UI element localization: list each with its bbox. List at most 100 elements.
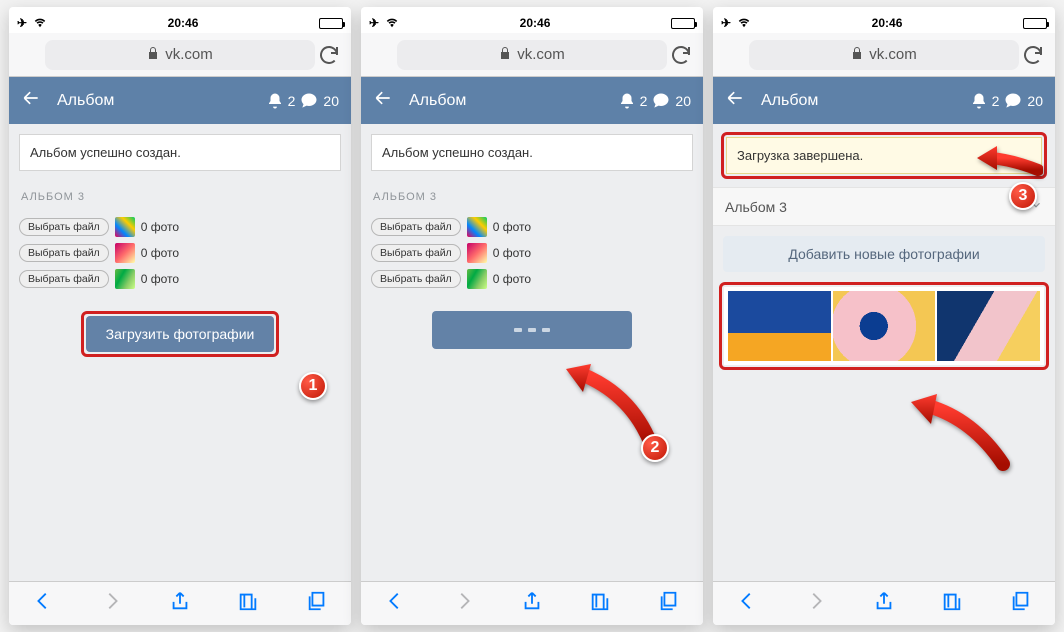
lock-icon — [147, 46, 159, 64]
nav-back-icon[interactable] — [384, 590, 406, 617]
safari-toolbar — [9, 581, 351, 625]
file-thumb — [467, 269, 487, 289]
upload-loading — [432, 311, 632, 349]
lock-icon — [851, 46, 863, 64]
status-bar: ✈︎ 20:46 — [361, 13, 703, 33]
airplane-icon: ✈︎ — [17, 16, 27, 30]
vk-header: Альбом 2 20 — [713, 77, 1055, 124]
nav-forward-icon — [101, 590, 123, 617]
annotation-arrow — [903, 394, 1013, 479]
status-time: 20:46 — [520, 16, 551, 30]
msg-count: 20 — [1027, 93, 1043, 109]
address-bar: vk.com — [361, 33, 703, 77]
header-title: Альбом — [761, 92, 970, 110]
annotation-arrow — [973, 140, 1043, 185]
back-icon[interactable] — [725, 88, 745, 113]
url-text: vk.com — [517, 46, 565, 63]
share-icon[interactable] — [521, 590, 543, 617]
choose-file-button[interactable]: Выбрать файл — [371, 218, 461, 236]
status-time: 20:46 — [872, 16, 903, 30]
wifi-icon — [737, 16, 751, 31]
airplane-icon: ✈︎ — [369, 16, 379, 30]
choose-file-button[interactable]: Выбрать файл — [371, 270, 461, 288]
safari-toolbar — [361, 581, 703, 625]
bookmarks-icon[interactable] — [589, 590, 611, 617]
address-bar: vk.com — [9, 33, 351, 77]
tabs-icon[interactable] — [1010, 590, 1032, 617]
file-thumb — [467, 217, 487, 237]
page-body: Альбом успешно создан. АЛЬБОМ 3 Выбрать … — [9, 124, 351, 581]
wifi-icon — [385, 16, 399, 31]
status-time: 20:46 — [168, 16, 199, 30]
album-section-label: АЛЬБОМ 3 — [361, 181, 703, 209]
nav-back-icon[interactable] — [32, 590, 54, 617]
reload-icon[interactable] — [317, 43, 341, 67]
photo-thumb[interactable] — [937, 291, 1040, 361]
url-field[interactable]: vk.com — [749, 40, 1019, 70]
upload-photos-button[interactable]: Загрузить фотографии — [86, 316, 275, 352]
back-icon[interactable] — [21, 88, 41, 113]
page-body: Загрузка завершена. Альбом 3 Добавить но… — [713, 124, 1055, 581]
file-thumb — [467, 243, 487, 263]
add-photos-button[interactable]: Добавить новые фотографии — [723, 236, 1045, 272]
messages-button[interactable]: 20 — [651, 91, 691, 111]
page-body: Альбом успешно создан. АЛЬБОМ 3 Выбрать … — [361, 124, 703, 581]
vk-header: Альбом 2 20 — [361, 77, 703, 124]
file-count: 0 фото — [141, 246, 179, 260]
url-text: vk.com — [869, 46, 917, 63]
header-title: Альбом — [57, 92, 266, 110]
step-badge-2: 2 — [641, 434, 669, 462]
file-row: Выбрать файл 0 фото — [371, 217, 693, 237]
msg-count: 20 — [675, 93, 691, 109]
url-field[interactable]: vk.com — [397, 40, 667, 70]
success-notice: Альбом успешно создан. — [371, 134, 693, 171]
choose-file-button[interactable]: Выбрать файл — [19, 270, 109, 288]
notifications-button[interactable]: 2 — [618, 92, 648, 110]
tabs-icon[interactable] — [306, 590, 328, 617]
bookmarks-icon[interactable] — [237, 590, 259, 617]
back-icon[interactable] — [373, 88, 393, 113]
photo-thumb[interactable] — [728, 291, 831, 361]
bookmarks-icon[interactable] — [941, 590, 963, 617]
choose-file-button[interactable]: Выбрать файл — [19, 218, 109, 236]
share-icon[interactable] — [873, 590, 895, 617]
choose-file-button[interactable]: Выбрать файл — [371, 244, 461, 262]
album-row[interactable]: Альбом 3 — [713, 187, 1055, 226]
file-row: Выбрать файл 0 фото — [19, 243, 341, 263]
reload-icon[interactable] — [669, 43, 693, 67]
battery-icon — [671, 18, 695, 29]
file-row: Выбрать файл 0 фото — [371, 243, 693, 263]
phone-screen-2: ✈︎ 20:46 vk.com Альбом 2 20 Альбом успеш… — [361, 7, 703, 625]
choose-file-button[interactable]: Выбрать файл — [19, 244, 109, 262]
url-field[interactable]: vk.com — [45, 40, 315, 70]
share-icon[interactable] — [169, 590, 191, 617]
step-badge-1: 1 — [299, 372, 327, 400]
album-section-label: АЛЬБОМ 3 — [9, 181, 351, 209]
wifi-icon — [33, 16, 47, 31]
file-row: Выбрать файл 0 фото — [371, 269, 693, 289]
photo-thumb[interactable] — [833, 291, 936, 361]
file-thumb — [115, 243, 135, 263]
tabs-icon[interactable] — [658, 590, 680, 617]
highlight-ring — [719, 282, 1049, 370]
nav-back-icon[interactable] — [736, 590, 758, 617]
file-count: 0 фото — [493, 272, 531, 286]
file-row: Выбрать файл 0 фото — [19, 217, 341, 237]
uploaded-thumbnails — [724, 287, 1044, 365]
nav-forward-icon — [453, 590, 475, 617]
reload-icon[interactable] — [1021, 43, 1045, 67]
file-thumb — [115, 217, 135, 237]
status-bar: ✈︎ 20:46 — [713, 13, 1055, 33]
battery-icon — [319, 18, 343, 29]
file-row: Выбрать файл 0 фото — [19, 269, 341, 289]
file-count: 0 фото — [141, 220, 179, 234]
notifications-button[interactable]: 2 — [266, 92, 296, 110]
phone-screen-3: ✈︎ 20:46 vk.com Альбом 2 20 Загрузка зав… — [713, 7, 1055, 625]
success-notice: Альбом успешно создан. — [19, 134, 341, 171]
battery-icon — [1023, 18, 1047, 29]
messages-button[interactable]: 20 — [299, 91, 339, 111]
file-thumb — [115, 269, 135, 289]
notifications-button[interactable]: 2 — [970, 92, 1000, 110]
messages-button[interactable]: 20 — [1003, 91, 1043, 111]
file-inputs: Выбрать файл 0 фото Выбрать файл 0 фото … — [361, 209, 703, 297]
